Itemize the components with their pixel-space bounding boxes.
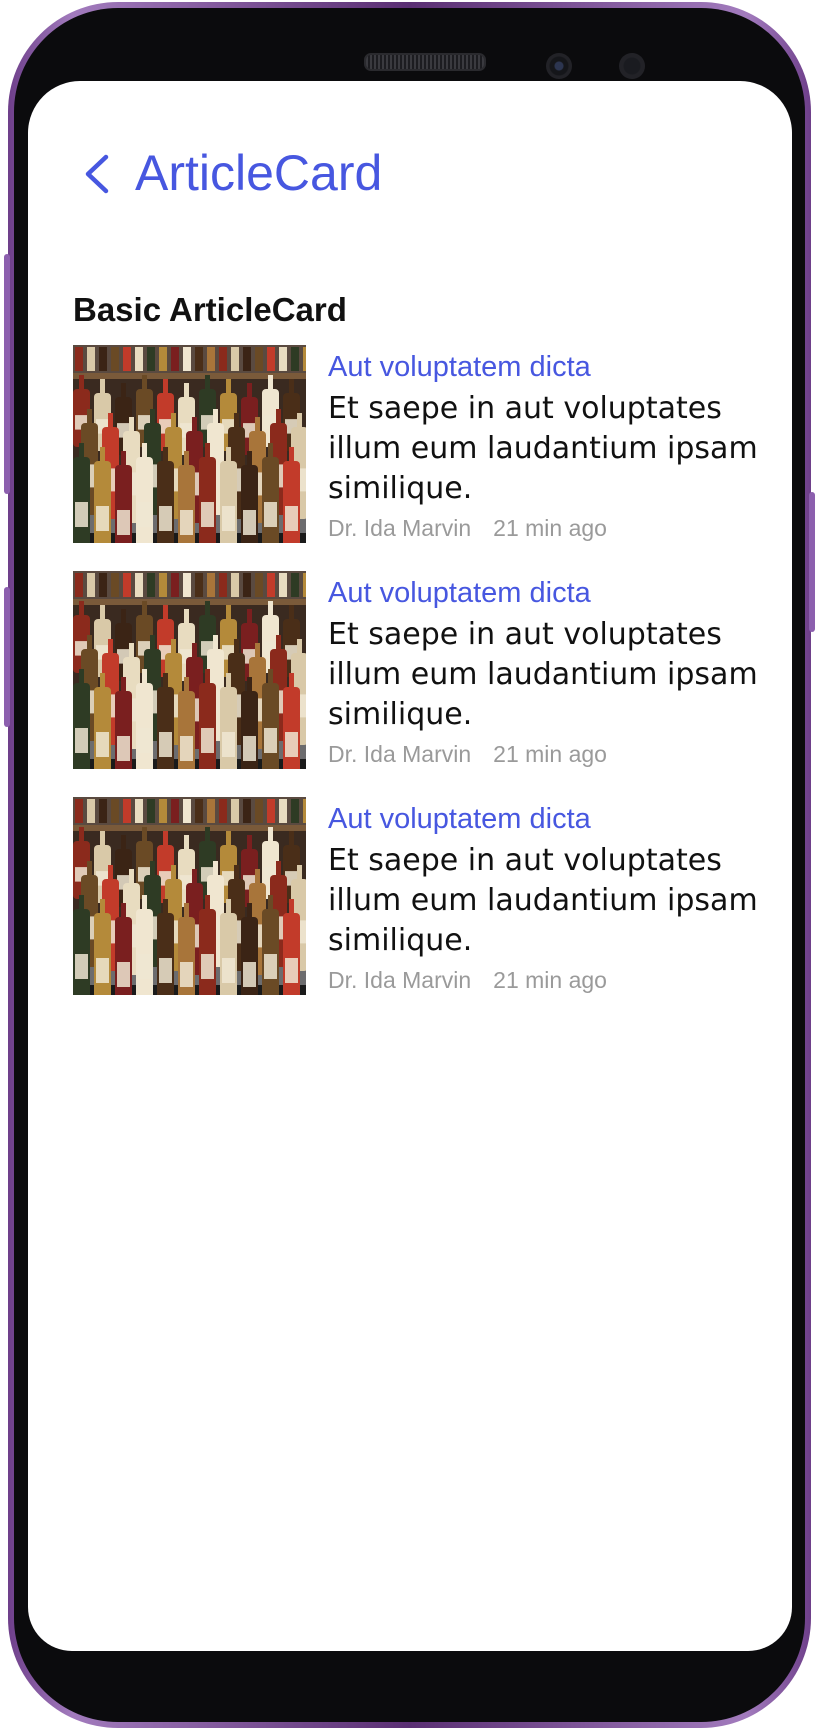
article-time: 21 min ago [493, 741, 607, 767]
article-card-body: Aut voluptatem dicta Et saepe in aut vol… [328, 797, 773, 995]
power-button [809, 492, 815, 632]
article-card-3[interactable]: Aut voluptatem dicta Et saepe in aut vol… [73, 797, 773, 995]
page-title: ArticleCard [135, 145, 383, 201]
article-card-body: Aut voluptatem dicta Et saepe in aut vol… [328, 571, 773, 769]
article-meta: Dr. Ida Marvin 21 min ago [328, 513, 773, 543]
article-time: 21 min ago [493, 515, 607, 541]
article-headline: Et saepe in aut voluptates illum eum lau… [328, 843, 758, 958]
article-author: Dr. Ida Marvin [328, 741, 472, 767]
section-heading: Basic ArticleCard [73, 291, 347, 328]
app-screen: ArticleCard Basic ArticleCard Aut volupt… [28, 81, 792, 1651]
article-headline: Et saepe in aut voluptates illum eum lau… [328, 391, 758, 506]
front-camera-icon [546, 53, 572, 79]
article-time: 21 min ago [493, 967, 607, 993]
bixby-button [4, 587, 10, 727]
article-kicker: Aut voluptatem dicta [328, 803, 591, 835]
article-kicker: Aut voluptatem dicta [328, 351, 591, 383]
article-card-list: Aut voluptatem dicta Et saepe in aut vol… [73, 345, 773, 1023]
article-card-body: Aut voluptatem dicta Et saepe in aut vol… [328, 345, 773, 543]
article-card-1[interactable]: Aut voluptatem dicta Et saepe in aut vol… [73, 345, 773, 543]
article-kicker: Aut voluptatem dicta [328, 577, 591, 609]
article-meta: Dr. Ida Marvin 21 min ago [328, 965, 773, 995]
earpiece-speaker [364, 53, 486, 71]
app-header: ArticleCard [28, 141, 792, 211]
back-button[interactable] [78, 149, 114, 199]
article-thumbnail [73, 797, 306, 995]
article-thumbnail [73, 571, 306, 769]
sensor-icon [619, 53, 645, 79]
article-headline: Et saepe in aut voluptates illum eum lau… [328, 617, 758, 732]
volume-button [4, 254, 10, 494]
article-meta: Dr. Ida Marvin 21 min ago [328, 739, 773, 769]
chevron-left-icon [78, 149, 114, 199]
article-thumbnail [73, 345, 306, 543]
article-card-2[interactable]: Aut voluptatem dicta Et saepe in aut vol… [73, 571, 773, 769]
article-author: Dr. Ida Marvin [328, 967, 472, 993]
article-author: Dr. Ida Marvin [328, 515, 472, 541]
